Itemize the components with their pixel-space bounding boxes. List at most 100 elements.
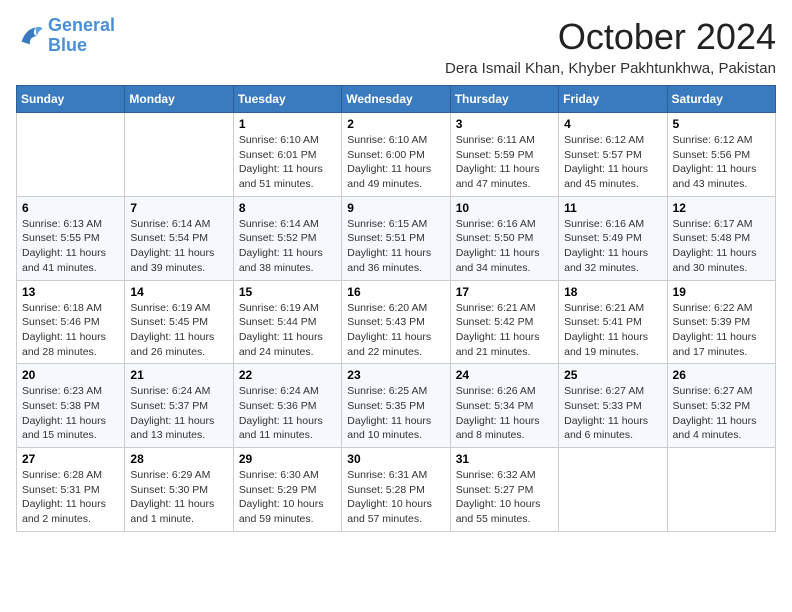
- calendar-table: SundayMondayTuesdayWednesdayThursdayFrid…: [16, 85, 776, 532]
- calendar-week-row: 1 Sunrise: 6:10 AM Sunset: 6:01 PM Daylig…: [17, 113, 776, 197]
- day-info: Sunrise: 6:27 AM Sunset: 5:32 PM Dayligh…: [673, 384, 770, 443]
- calendar-cell: 27 Sunrise: 6:28 AM Sunset: 5:31 PM Dayli…: [17, 448, 125, 532]
- day-number: 24: [456, 368, 553, 382]
- day-info: Sunrise: 6:14 AM Sunset: 5:54 PM Dayligh…: [130, 217, 227, 276]
- day-info: Sunrise: 6:31 AM Sunset: 5:28 PM Dayligh…: [347, 468, 444, 527]
- day-info: Sunrise: 6:30 AM Sunset: 5:29 PM Dayligh…: [239, 468, 336, 527]
- day-info: Sunrise: 6:26 AM Sunset: 5:34 PM Dayligh…: [456, 384, 553, 443]
- day-number: 31: [456, 452, 553, 466]
- day-info: Sunrise: 6:13 AM Sunset: 5:55 PM Dayligh…: [22, 217, 119, 276]
- weekday-header-cell: Saturday: [667, 86, 775, 113]
- calendar-cell: 8Sunrise: 6:14 AM Sunset: 5:52 PM Daylig…: [233, 196, 341, 280]
- calendar-cell: 12Sunrise: 6:17 AM Sunset: 5:48 PM Dayli…: [667, 196, 775, 280]
- calendar-cell: 3 Sunrise: 6:11 AM Sunset: 5:59 PM Daylig…: [450, 113, 558, 197]
- weekday-header-cell: Sunday: [17, 86, 125, 113]
- weekday-header-row: SundayMondayTuesdayWednesdayThursdayFrid…: [17, 86, 776, 113]
- calendar-cell: 23 Sunrise: 6:25 AM Sunset: 5:35 PM Dayli…: [342, 364, 450, 448]
- calendar-cell: 10Sunrise: 6:16 AM Sunset: 5:50 PM Dayli…: [450, 196, 558, 280]
- day-number: 12: [673, 201, 770, 215]
- day-number: 7: [130, 201, 227, 215]
- calendar-cell: 13 Sunrise: 6:18 AM Sunset: 5:46 PM Dayli…: [17, 280, 125, 364]
- calendar-cell: 18 Sunrise: 6:21 AM Sunset: 5:41 PM Dayli…: [559, 280, 667, 364]
- day-info: Sunrise: 6:11 AM Sunset: 5:59 PM Dayligh…: [456, 133, 553, 192]
- calendar-cell: 17Sunrise: 6:21 AM Sunset: 5:42 PM Dayli…: [450, 280, 558, 364]
- day-info: Sunrise: 6:15 AM Sunset: 5:51 PM Dayligh…: [347, 217, 444, 276]
- day-info: Sunrise: 6:10 AM Sunset: 6:01 PM Dayligh…: [239, 133, 336, 192]
- day-number: 29: [239, 452, 336, 466]
- logo-bird-icon: [16, 22, 44, 50]
- day-number: 23: [347, 368, 444, 382]
- calendar-week-row: 20 Sunrise: 6:23 AM Sunset: 5:38 PM Dayli…: [17, 364, 776, 448]
- weekday-header-cell: Wednesday: [342, 86, 450, 113]
- calendar-cell: 20 Sunrise: 6:23 AM Sunset: 5:38 PM Dayli…: [17, 364, 125, 448]
- calendar-week-row: 6Sunrise: 6:13 AM Sunset: 5:55 PM Daylig…: [17, 196, 776, 280]
- calendar-cell: 24 Sunrise: 6:26 AM Sunset: 5:34 PM Dayli…: [450, 364, 558, 448]
- day-number: 30: [347, 452, 444, 466]
- day-info: Sunrise: 6:27 AM Sunset: 5:33 PM Dayligh…: [564, 384, 661, 443]
- day-info: Sunrise: 6:19 AM Sunset: 5:44 PM Dayligh…: [239, 301, 336, 360]
- day-number: 25: [564, 368, 661, 382]
- calendar-cell: 2Sunrise: 6:10 AM Sunset: 6:00 PM Daylig…: [342, 113, 450, 197]
- day-number: 1: [239, 117, 336, 131]
- day-info: Sunrise: 6:19 AM Sunset: 5:45 PM Dayligh…: [130, 301, 227, 360]
- day-number: 28: [130, 452, 227, 466]
- day-info: Sunrise: 6:21 AM Sunset: 5:41 PM Dayligh…: [564, 301, 661, 360]
- calendar-cell: 9 Sunrise: 6:15 AM Sunset: 5:51 PM Daylig…: [342, 196, 450, 280]
- day-number: 4: [564, 117, 661, 131]
- calendar-cell: 29 Sunrise: 6:30 AM Sunset: 5:29 PM Dayli…: [233, 448, 341, 532]
- day-number: 9: [347, 201, 444, 215]
- day-number: 19: [673, 285, 770, 299]
- day-number: 20: [22, 368, 119, 382]
- day-info: Sunrise: 6:24 AM Sunset: 5:37 PM Dayligh…: [130, 384, 227, 443]
- calendar-week-row: 13 Sunrise: 6:18 AM Sunset: 5:46 PM Dayli…: [17, 280, 776, 364]
- subtitle: Dera Ismail Khan, Khyber Pakhtunkhwa, Pa…: [445, 60, 776, 77]
- calendar-cell: 28 Sunrise: 6:29 AM Sunset: 5:30 PM Dayli…: [125, 448, 233, 532]
- calendar-cell: [667, 448, 775, 532]
- day-info: Sunrise: 6:16 AM Sunset: 5:49 PM Dayligh…: [564, 217, 661, 276]
- day-number: 15: [239, 285, 336, 299]
- day-number: 27: [22, 452, 119, 466]
- title-block: October 2024 Dera Ismail Khan, Khyber Pa…: [445, 16, 776, 77]
- day-number: 18: [564, 285, 661, 299]
- day-info: Sunrise: 6:25 AM Sunset: 5:35 PM Dayligh…: [347, 384, 444, 443]
- day-number: 22: [239, 368, 336, 382]
- calendar-cell: 15 Sunrise: 6:19 AM Sunset: 5:44 PM Dayli…: [233, 280, 341, 364]
- day-number: 3: [456, 117, 553, 131]
- day-number: 10: [456, 201, 553, 215]
- day-info: Sunrise: 6:29 AM Sunset: 5:30 PM Dayligh…: [130, 468, 227, 527]
- day-info: Sunrise: 6:28 AM Sunset: 5:31 PM Dayligh…: [22, 468, 119, 527]
- calendar-cell: 31 Sunrise: 6:32 AM Sunset: 5:27 PM Dayli…: [450, 448, 558, 532]
- month-title: October 2024: [445, 16, 776, 58]
- day-info: Sunrise: 6:12 AM Sunset: 5:56 PM Dayligh…: [673, 133, 770, 192]
- calendar-cell: 30 Sunrise: 6:31 AM Sunset: 5:28 PM Dayli…: [342, 448, 450, 532]
- calendar-cell: [17, 113, 125, 197]
- page-header: General Blue October 2024 Dera Ismail Kh…: [16, 16, 776, 77]
- day-info: Sunrise: 6:12 AM Sunset: 5:57 PM Dayligh…: [564, 133, 661, 192]
- logo-text: General Blue: [48, 16, 115, 56]
- calendar-cell: 11Sunrise: 6:16 AM Sunset: 5:49 PM Dayli…: [559, 196, 667, 280]
- day-number: 13: [22, 285, 119, 299]
- day-number: 14: [130, 285, 227, 299]
- day-number: 5: [673, 117, 770, 131]
- day-number: 8: [239, 201, 336, 215]
- day-number: 26: [673, 368, 770, 382]
- day-info: Sunrise: 6:32 AM Sunset: 5:27 PM Dayligh…: [456, 468, 553, 527]
- calendar-cell: [125, 113, 233, 197]
- weekday-header-cell: Monday: [125, 86, 233, 113]
- calendar-cell: [559, 448, 667, 532]
- day-info: Sunrise: 6:24 AM Sunset: 5:36 PM Dayligh…: [239, 384, 336, 443]
- calendar-cell: 19Sunrise: 6:22 AM Sunset: 5:39 PM Dayli…: [667, 280, 775, 364]
- calendar-cell: 4 Sunrise: 6:12 AM Sunset: 5:57 PM Daylig…: [559, 113, 667, 197]
- day-info: Sunrise: 6:23 AM Sunset: 5:38 PM Dayligh…: [22, 384, 119, 443]
- day-info: Sunrise: 6:18 AM Sunset: 5:46 PM Dayligh…: [22, 301, 119, 360]
- calendar-cell: 26 Sunrise: 6:27 AM Sunset: 5:32 PM Dayli…: [667, 364, 775, 448]
- calendar-cell: 5 Sunrise: 6:12 AM Sunset: 5:56 PM Daylig…: [667, 113, 775, 197]
- day-info: Sunrise: 6:10 AM Sunset: 6:00 PM Dayligh…: [347, 133, 444, 192]
- day-info: Sunrise: 6:21 AM Sunset: 5:42 PM Dayligh…: [456, 301, 553, 360]
- calendar-cell: 22 Sunrise: 6:24 AM Sunset: 5:36 PM Dayli…: [233, 364, 341, 448]
- weekday-header-cell: Tuesday: [233, 86, 341, 113]
- calendar-cell: 7 Sunrise: 6:14 AM Sunset: 5:54 PM Daylig…: [125, 196, 233, 280]
- calendar-body: 1 Sunrise: 6:10 AM Sunset: 6:01 PM Daylig…: [17, 113, 776, 532]
- day-number: 16: [347, 285, 444, 299]
- weekday-header-cell: Thursday: [450, 86, 558, 113]
